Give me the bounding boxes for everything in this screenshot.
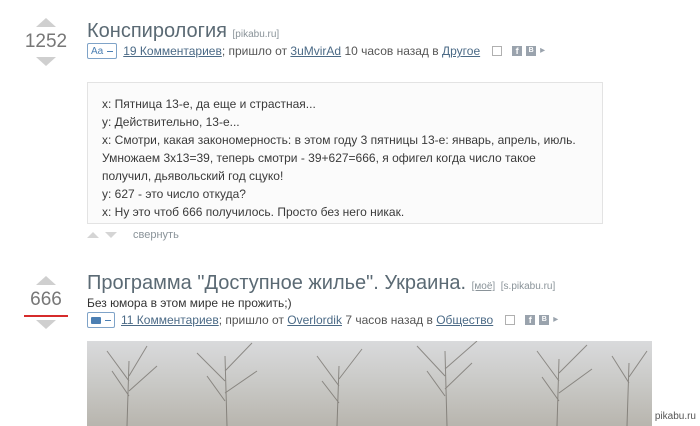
post1-story-block: x: Пятница 13-е, да еще и страстная... y… xyxy=(87,82,603,224)
story-line: x: Пятница 13-е, да еще и страстная... xyxy=(102,97,316,111)
post2-score: 666 xyxy=(30,289,62,310)
camera-icon xyxy=(91,316,101,324)
collapse-link[interactable]: свернуть xyxy=(133,229,179,241)
post1-vote-block: 1252 xyxy=(16,18,76,66)
post1-author-link[interactable]: 3uMvirAd xyxy=(290,44,341,58)
badge-dash-icon xyxy=(107,50,114,52)
comment-downvote-icon[interactable] xyxy=(105,232,117,238)
post2-description: Без юмора в этом мире не прожить;) xyxy=(87,296,292,310)
post1-from-text: ; пришло от xyxy=(221,44,288,58)
upvote-arrow-icon[interactable] xyxy=(36,18,56,27)
twitter-icon[interactable]: ▸ xyxy=(540,46,550,56)
facebook-icon[interactable]: f xyxy=(512,46,523,56)
downvote-arrow-icon[interactable] xyxy=(36,57,56,66)
post2-time-text: 7 часов назад в xyxy=(345,313,433,327)
post2-photo[interactable] xyxy=(87,341,652,426)
post2-comments-link[interactable]: 11 Комментариев xyxy=(121,313,219,327)
post2-author-link[interactable]: Overlordik xyxy=(287,313,342,327)
post2-meta: 11 Комментариев ; пришло от Overlordik 7… xyxy=(87,312,563,328)
post1-meta: Aa 19 Комментариев ; пришло от 3uMvirAd … xyxy=(87,43,550,59)
post2-title-row: Программа "Доступное жилье". Украина. [м… xyxy=(87,272,555,295)
red-underline-annotation xyxy=(24,315,68,317)
story-line: y: Действительно, 13-е... xyxy=(102,115,240,129)
post1-title-row: Конспирология [pikabu.ru] xyxy=(87,20,279,43)
post1-time-text: 10 часов назад в xyxy=(344,44,439,58)
post2-category-link[interactable]: Общество xyxy=(436,313,493,327)
text-type-label: Aa xyxy=(91,45,104,57)
post1-collapse-row: свернуть xyxy=(87,229,179,241)
badge-dash-icon xyxy=(105,319,111,321)
save-icon[interactable] xyxy=(505,315,516,325)
save-icon[interactable] xyxy=(492,46,503,56)
post2-source: [s.pikabu.ru] xyxy=(500,281,556,292)
upvote-arrow-icon[interactable] xyxy=(36,276,56,285)
post1-category-link[interactable]: Другое xyxy=(442,44,480,58)
post2-vote-block: 666 xyxy=(16,276,76,329)
story-line: x: Ну это чтоб 666 получилось. Просто бе… xyxy=(102,205,405,219)
story-line: y: 627 - это число откуда? xyxy=(102,187,246,201)
twitter-icon[interactable]: ▸ xyxy=(553,315,563,325)
downvote-arrow-icon[interactable] xyxy=(36,320,56,329)
story-line: Умножаем 3x13=39, теперь смотри - 39+627… xyxy=(102,151,536,165)
story-line: x: Смотри, какая закономерность: в этом … xyxy=(102,133,576,147)
vk-icon[interactable]: B xyxy=(539,315,550,325)
watermark: pikabu.ru xyxy=(654,411,696,422)
winter-trees-image xyxy=(106,341,648,426)
post2-from-text: ; пришло от xyxy=(218,313,284,327)
post1-comments-link[interactable]: 19 Комментариев xyxy=(123,44,222,58)
post2-type-badge[interactable] xyxy=(87,312,115,328)
facebook-icon[interactable]: f xyxy=(525,315,536,325)
post1-type-badge[interactable]: Aa xyxy=(87,43,118,59)
story-line: получил, дьявольский год сцуко! xyxy=(102,169,284,183)
post1-title[interactable]: Конспирология xyxy=(87,20,227,42)
post2-title[interactable]: Программа "Доступное жилье". Украина. xyxy=(87,272,466,294)
comment-upvote-icon[interactable] xyxy=(87,232,99,238)
vk-icon[interactable]: B xyxy=(526,46,537,56)
post1-source: [pikabu.ru] xyxy=(232,29,280,40)
post2-my-label[interactable]: [моё] xyxy=(472,281,496,292)
post1-score: 1252 xyxy=(24,31,68,52)
